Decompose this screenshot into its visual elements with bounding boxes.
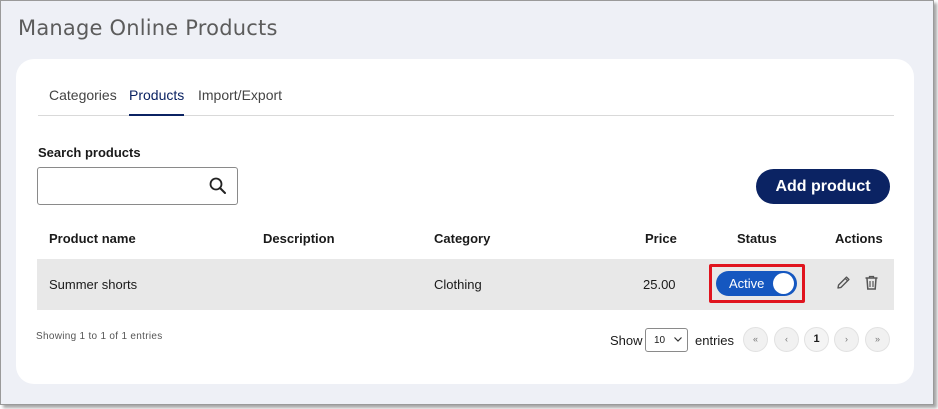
product-name-cell: Summer shorts [49,277,138,292]
pagination-first-button[interactable]: « [743,327,768,352]
column-header-product-name[interactable]: Product name [49,231,136,246]
table-row: Summer shorts Clothing 25.00 Active [37,259,894,310]
status-toggle-label: Active [729,276,765,291]
pagination-last-button[interactable]: » [865,327,890,352]
app-window: Manage Online Products Categories Produc… [0,0,934,405]
trash-icon[interactable] [863,274,880,291]
status-toggle[interactable]: Active [716,271,797,296]
tab-products[interactable]: Products [129,87,185,116]
search-icon[interactable] [208,176,228,196]
edit-icon[interactable] [835,274,852,291]
column-header-price[interactable]: Price [645,231,677,246]
search-label: Search products [38,145,141,160]
search-input[interactable] [44,169,204,203]
tab-categories[interactable]: Categories [49,87,117,116]
add-product-button[interactable]: Add product [756,169,890,204]
tab-bar: Categories Products Import/Export [38,85,894,116]
column-header-description[interactable]: Description [263,231,335,246]
pagination-next-button[interactable]: › [834,327,859,352]
show-label: Show [610,333,643,348]
column-header-actions: Actions [835,231,883,246]
column-header-category[interactable]: Category [434,231,490,246]
toggle-knob [773,273,794,294]
category-cell: Clothing [434,277,482,292]
column-header-status[interactable]: Status [737,231,777,246]
search-field[interactable] [37,167,238,205]
entries-select-value: 10 [654,335,666,346]
pagination-page-1[interactable]: 1 [804,327,829,352]
pagination-prev-button[interactable]: ‹ [774,327,799,352]
products-card: Categories Products Import/Export Search… [16,59,914,384]
entries-label: entries [695,333,735,348]
status-highlight: Active [709,264,805,303]
price-cell: 25.00 [643,277,676,292]
table-header: Product name Description Category Price … [37,224,894,259]
entries-per-page-select[interactable]: 10 [645,328,688,352]
entries-info: Showing 1 to 1 of 1 entries [36,331,163,342]
page-title: Manage Online Products [18,16,278,40]
tab-import-export[interactable]: Import/Export [198,87,282,116]
chevron-down-icon [674,337,682,342]
